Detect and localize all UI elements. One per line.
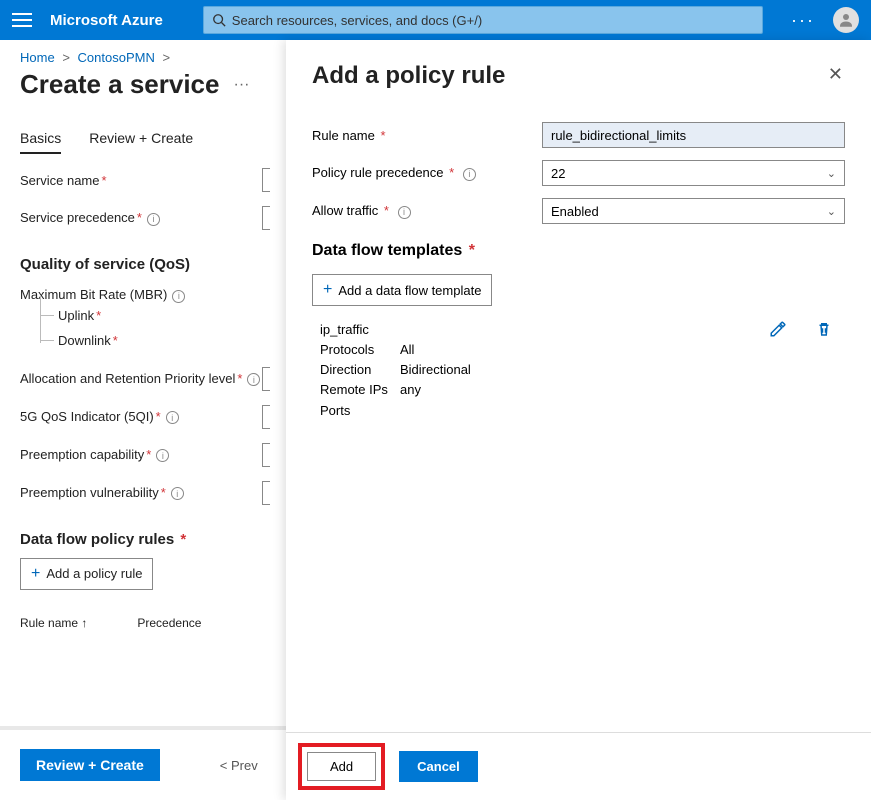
allow-traffic-value: Enabled [551, 204, 599, 219]
required-icon: * [101, 173, 106, 188]
heading-qos: Quality of service (QoS) [20, 256, 270, 273]
info-icon[interactable]: i [156, 449, 169, 462]
info-icon[interactable]: i [166, 411, 179, 424]
close-icon[interactable]: ✕ [826, 62, 845, 87]
flow-ports-key: Ports [320, 401, 390, 421]
flow-name: ip_traffic [320, 320, 769, 340]
flow-proto-val: All [400, 340, 414, 360]
add-template-button[interactable]: + Add a data flow template [312, 274, 492, 306]
add-policy-rule-button[interactable]: + Add a policy rule [20, 558, 153, 590]
crumb-contosopmn[interactable]: ContosoPMN [78, 50, 155, 65]
tab-review-create[interactable]: Review + Create [89, 130, 193, 154]
chevron-down-icon: ⌄ [827, 167, 836, 180]
plus-icon: + [323, 282, 332, 298]
allow-traffic-select[interactable]: Enabled ⌄ [542, 198, 845, 224]
required-icon: * [156, 409, 161, 424]
brand-label: Microsoft Azure [50, 12, 163, 29]
label-preempt-cap: Preemption capability [20, 447, 144, 462]
required-icon: * [449, 165, 454, 180]
label-mbr: Maximum Bit Rate (MBR) [20, 287, 167, 302]
add-button[interactable]: Add [307, 752, 376, 781]
flow-ips-val: any [400, 380, 421, 400]
label-service-name: Service name [20, 173, 99, 188]
label-downlink: Downlink [58, 333, 111, 348]
cancel-button[interactable]: Cancel [399, 751, 478, 782]
blade-footer: Add Cancel [286, 732, 871, 800]
person-icon [837, 11, 855, 29]
flow-ips-key: Remote IPs [320, 380, 390, 400]
rule-name-input[interactable] [542, 122, 845, 148]
page-overflow-icon[interactable]: ··· [233, 76, 249, 94]
service-name-input[interactable] [262, 168, 270, 192]
label-allow-traffic: Allow traffic [312, 203, 378, 218]
label-rule-precedence: Policy rule precedence [312, 165, 444, 180]
hamburger-icon[interactable] [12, 13, 32, 27]
required-icon: * [237, 371, 242, 386]
search-icon [212, 13, 226, 27]
required-icon: * [146, 447, 151, 462]
required-icon: * [180, 531, 186, 548]
col-precedence[interactable]: Precedence [137, 616, 201, 630]
label-uplink: Uplink [58, 308, 94, 323]
info-icon[interactable]: i [463, 168, 476, 181]
search-placeholder: Search resources, services, and docs (G+… [232, 13, 482, 28]
required-icon: * [384, 203, 389, 218]
required-icon: * [96, 308, 101, 323]
heading-rules: Data flow policy rules [20, 531, 174, 548]
service-precedence-input[interactable] [262, 206, 270, 230]
azure-topbar: Microsoft Azure Search resources, servic… [0, 0, 871, 40]
info-icon[interactable]: i [171, 487, 184, 500]
label-arp: Allocation and Retention Priority level [20, 371, 235, 386]
label-rule-name: Rule name [312, 128, 375, 143]
info-icon[interactable]: i [147, 213, 160, 226]
label-preempt-vul: Preemption vulnerability [20, 485, 159, 500]
arp-input[interactable] [262, 367, 270, 391]
chevron-right-icon: > [162, 50, 170, 65]
heading-templates: Data flow templates [312, 242, 462, 259]
preempt-cap-input[interactable] [262, 443, 270, 467]
blade-title: Add a policy rule [312, 62, 826, 90]
tab-basics[interactable]: Basics [20, 130, 61, 154]
flow-proto-key: Protocols [320, 340, 390, 360]
crumb-home[interactable]: Home [20, 50, 55, 65]
fiveqi-input[interactable] [262, 405, 270, 429]
required-icon: * [161, 485, 166, 500]
label-service-precedence: Service precedence [20, 210, 135, 225]
required-icon: * [469, 242, 475, 259]
info-icon[interactable]: i [398, 206, 411, 219]
add-template-label: Add a data flow template [338, 283, 481, 298]
avatar[interactable] [833, 7, 859, 33]
rule-precedence-select[interactable]: 22 ⌄ [542, 160, 845, 186]
review-create-button[interactable]: Review + Create [20, 749, 160, 781]
required-icon: * [137, 210, 142, 225]
chevron-right-icon: > [62, 50, 70, 65]
preempt-vul-input[interactable] [262, 481, 270, 505]
global-search-input[interactable]: Search resources, services, and docs (G+… [203, 6, 763, 34]
flow-dir-key: Direction [320, 360, 390, 380]
flow-template-item: ip_traffic Protocols All Direction Bidirec… [320, 320, 845, 421]
col-rule-name[interactable]: Rule name ↑ [20, 616, 87, 630]
rule-precedence-value: 22 [551, 166, 565, 181]
add-policy-rule-blade: Add a policy rule ✕ Rule name * Policy r… [286, 40, 871, 800]
plus-icon: + [31, 566, 40, 582]
info-icon[interactable]: i [247, 373, 260, 386]
required-icon: * [113, 333, 118, 348]
flow-dir-val: Bidirectional [400, 360, 471, 380]
info-icon[interactable]: i [172, 290, 185, 303]
previous-button[interactable]: < Prev [220, 758, 258, 773]
delete-icon[interactable] [815, 320, 833, 338]
chevron-down-icon: ⌄ [827, 205, 836, 218]
edit-icon[interactable] [769, 320, 787, 338]
label-5qi: 5G QoS Indicator (5QI) [20, 409, 154, 424]
topbar-overflow-icon[interactable]: ··· [791, 10, 815, 31]
add-policy-rule-label: Add a policy rule [46, 566, 142, 581]
highlight-annotation: Add [298, 743, 385, 790]
page-title: Create a service [20, 69, 219, 100]
required-icon: * [381, 128, 386, 143]
